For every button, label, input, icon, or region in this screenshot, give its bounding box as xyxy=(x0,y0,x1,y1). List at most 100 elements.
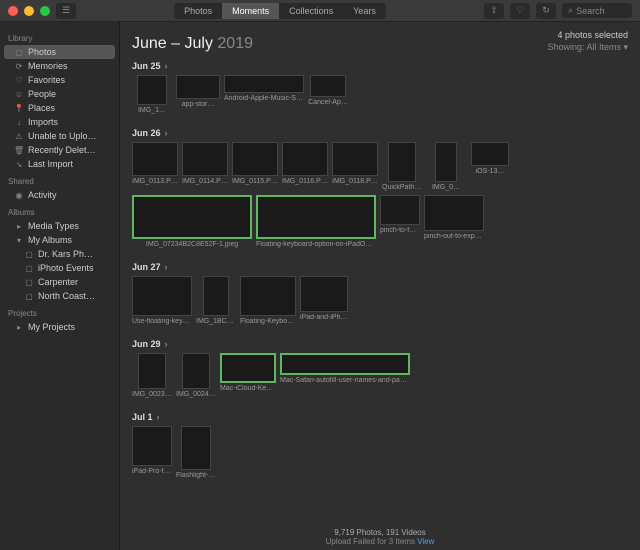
thumbnail-caption: pinch-to-fu-zoo… xyxy=(380,227,420,234)
sidebar-item-carpenter[interactable]: ▢Carpenter xyxy=(0,275,119,289)
photo-thumbnail[interactable]: pinch-out-to-expand-floating-keyboard-t… xyxy=(424,195,484,248)
favorite-icon[interactable]: ♡ xyxy=(510,3,530,19)
photo-thumbnail[interactable]: QuickPath-keyb… xyxy=(382,142,422,191)
photo-thumbnail[interactable]: Flashlight-inten… xyxy=(176,426,216,479)
photo-thumbnail[interactable]: app-stor… xyxy=(176,75,220,114)
photo-thumbnail[interactable]: Floating-keyboard-option-on-iPadOS-full-… xyxy=(256,195,376,248)
thumbnail-image xyxy=(471,142,509,166)
item-label: Media Types xyxy=(28,221,79,231)
sidebar-item-iphoto-events[interactable]: ▢iPhoto Events xyxy=(0,261,119,275)
sidebar-item-last-import[interactable]: ↘ Last Import xyxy=(0,157,119,171)
content-header: June – July 2019 4 photos selected Showi… xyxy=(132,30,628,53)
item-icon: ↓ xyxy=(14,118,24,127)
sidebar-item-unable-to-uplo-[interactable]: ⚠Unable to Uplo… xyxy=(0,129,119,143)
sidebar-item-my-projects[interactable]: ▸My Projects xyxy=(0,320,119,334)
tab-years[interactable]: Years xyxy=(343,3,386,19)
item-icon: ▢ xyxy=(24,278,34,287)
date-group-jul-1[interactable]: Jul 1 xyxy=(132,408,628,426)
thumbnail-image xyxy=(232,142,278,176)
thumbnail-caption: app-stor… xyxy=(182,101,215,108)
thumbnail-caption: IMG_1BCA2C6A3… xyxy=(196,318,236,325)
view-errors-link[interactable]: View xyxy=(417,537,434,546)
thumbnail-caption: IMG_0023.P… xyxy=(132,391,172,398)
sidebar-item-photos[interactable]: ▢Photos xyxy=(4,45,115,59)
thumbnail-caption: Flashlight-inten… xyxy=(176,472,216,479)
thumbnail-caption: Android-Apple-Music-Subscription.jpg xyxy=(224,95,304,102)
photo-thumbnail[interactable]: Android-Apple-Music-Subscription.jpg xyxy=(224,75,304,114)
photo-thumbnail[interactable]: iPad-Pro-flashlig… xyxy=(132,426,172,479)
thumbnail-caption: IMG_07234B2C8E52F-1.jpeg xyxy=(146,241,238,248)
content-area: June – July 2019 4 photos selected Showi… xyxy=(120,22,640,550)
tab-photos[interactable]: Photos xyxy=(174,3,222,19)
titlebar: ☰ PhotosMomentsCollectionsYears ⇧ ♡ ↻ ⌕S… xyxy=(0,0,640,22)
sidebar-item-places[interactable]: 📍Places xyxy=(0,101,119,115)
sidebar-item-dr-kars-ph-[interactable]: ▢Dr. Kars Ph… xyxy=(0,247,119,261)
minimize-icon[interactable] xyxy=(24,6,34,16)
thumbnail-caption: Mac-iCloud-Keyc… xyxy=(220,385,276,392)
photo-thumbnail[interactable]: IMG_0115.PNG xyxy=(232,142,278,191)
close-icon[interactable] xyxy=(8,6,18,16)
photo-thumbnail[interactable]: IMG_0114.PNG xyxy=(182,142,228,191)
thumbnail-image xyxy=(224,75,304,93)
thumbnail-caption: iPad-and-iPhone… xyxy=(300,314,348,321)
zoom-icon[interactable] xyxy=(40,6,50,16)
sidebar-item-imports[interactable]: ↓Imports xyxy=(0,115,119,129)
sidebar-item-north-coast-[interactable]: ▢North Coast… xyxy=(0,289,119,303)
thumbnail-image xyxy=(220,353,276,383)
view-segmented-control: PhotosMomentsCollectionsYears xyxy=(174,3,386,19)
photo-thumbnail[interactable]: IMG_1… xyxy=(132,75,172,114)
selection-count: 4 photos selected xyxy=(557,30,628,40)
thumbnail-image xyxy=(380,195,420,225)
item-icon: ↘ xyxy=(14,160,24,169)
item-icon: ☺ xyxy=(14,90,24,99)
thumbnail-image xyxy=(203,276,229,316)
photo-thumbnail[interactable]: IMG_1BCA2C6A3… xyxy=(196,276,236,325)
tab-moments[interactable]: Moments xyxy=(222,3,279,19)
thumbnail-caption: IMG_0113.PNG xyxy=(132,178,178,185)
item-icon: ♡ xyxy=(14,76,24,85)
item-icon: ⟳ xyxy=(14,62,24,71)
rotate-icon[interactable]: ↻ xyxy=(536,3,556,19)
sidebar-toggle-icon[interactable]: ☰ xyxy=(56,3,76,19)
filter-dropdown[interactable]: Showing: All Items ▾ xyxy=(547,42,628,53)
photo-thumbnail[interactable]: IMG_0113.PNG xyxy=(132,142,178,191)
thumbnail-caption: Mac-Safari-autofill-user-names-and-passw… xyxy=(280,377,410,384)
date-group-jun-29[interactable]: Jun 29 xyxy=(132,335,628,353)
photo-thumbnail[interactable]: iOS-13… xyxy=(470,142,510,191)
search-icon: ⌕ xyxy=(568,5,573,16)
date-group-jun-26[interactable]: Jun 26 xyxy=(132,124,628,142)
photo-thumbnail[interactable]: iPad-and-iPhone… xyxy=(300,276,348,325)
thumbnail-caption: IMG_0115.PNG xyxy=(232,178,278,185)
sidebar-item-media-types[interactable]: ▸Media Types xyxy=(0,219,119,233)
sidebar-item-people[interactable]: ☺People xyxy=(0,87,119,101)
thumbnail-caption: IMG_0118.PNG xyxy=(332,178,378,185)
search-input[interactable]: ⌕Search xyxy=(562,3,632,18)
tab-collections[interactable]: Collections xyxy=(279,3,343,19)
sidebar-item-memories[interactable]: ⟳Memories xyxy=(0,59,119,73)
photo-thumbnail[interactable]: Use-floating-keyboard-handle-to-spring-b… xyxy=(132,276,192,325)
photo-thumbnail[interactable]: Floating-Keyboa… xyxy=(240,276,296,325)
item-label: Last Import xyxy=(28,159,73,169)
photo-thumbnail[interactable]: Mac-iCloud-Keyc… xyxy=(220,353,276,398)
sidebar-item-recently-delet-[interactable]: 🗑Recently Delet… xyxy=(0,143,119,157)
item-label: Favorites xyxy=(28,75,65,85)
sidebar-item-my-albums[interactable]: ▾My Albums xyxy=(0,233,119,247)
sidebar-item-favorites[interactable]: ♡ Favorites xyxy=(0,73,119,87)
thumbnail-image xyxy=(256,195,376,239)
photo-thumbnail[interactable]: IMG_0116.PNG xyxy=(282,142,328,191)
page-title: June – July 2019 xyxy=(132,35,253,53)
photo-thumbnail[interactable]: IMG_0024.P… xyxy=(176,353,216,398)
thumbnail-caption: pinch-out-to-expand-floating-keyboard-t… xyxy=(424,233,484,240)
photo-thumbnail[interactable]: IMG_07234B2C8E52F-1.jpeg xyxy=(132,195,252,248)
photo-thumbnail[interactable]: IMG_0023.P… xyxy=(132,353,172,398)
photo-thumbnail[interactable]: Cancel-Ap… xyxy=(308,75,348,114)
thumbnail-caption: iPad-Pro-flashlig… xyxy=(132,468,172,475)
photo-thumbnail[interactable]: IMG_0118.PNG xyxy=(332,142,378,191)
sidebar-item-activity[interactable]: ◉Activity xyxy=(0,188,119,202)
photo-thumbnail[interactable]: IMG_0… xyxy=(426,142,466,191)
date-group-jun-27[interactable]: Jun 27 xyxy=(132,258,628,276)
share-icon[interactable]: ⇧ xyxy=(484,3,504,19)
photo-thumbnail[interactable]: Mac-Safari-autofill-user-names-and-passw… xyxy=(280,353,410,398)
date-group-jun-25[interactable]: Jun 25 xyxy=(132,57,628,75)
photo-thumbnail[interactable]: pinch-to-fu-zoo… xyxy=(380,195,420,248)
